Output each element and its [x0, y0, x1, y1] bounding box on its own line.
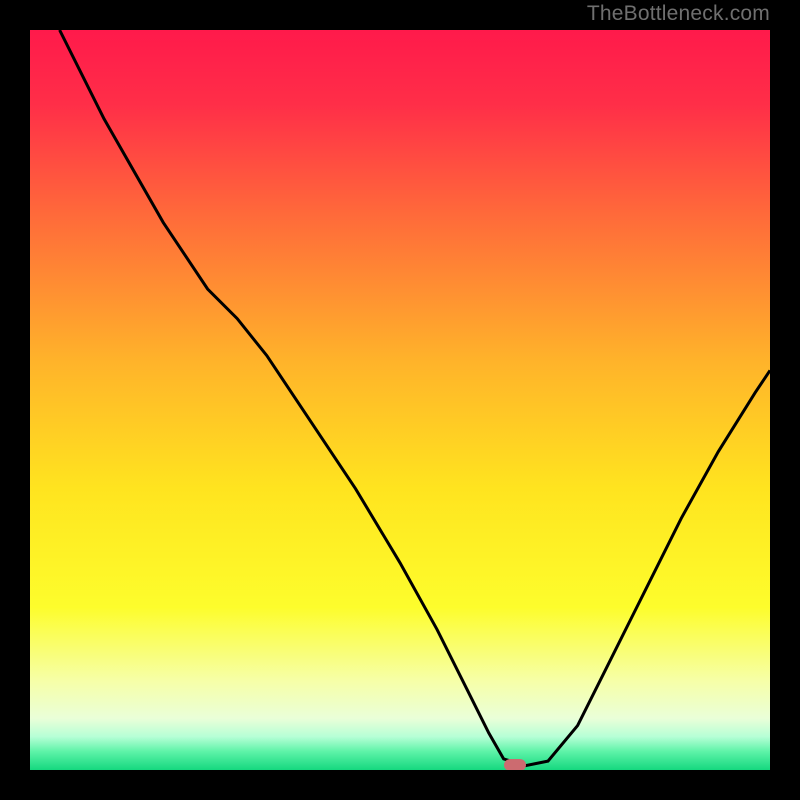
chart-frame: TheBottleneck.com: [0, 0, 800, 800]
plot-area: [30, 30, 770, 770]
optimal-point-marker: [504, 759, 526, 770]
bottleneck-curve: [30, 30, 770, 770]
watermark-text: TheBottleneck.com: [587, 2, 770, 26]
